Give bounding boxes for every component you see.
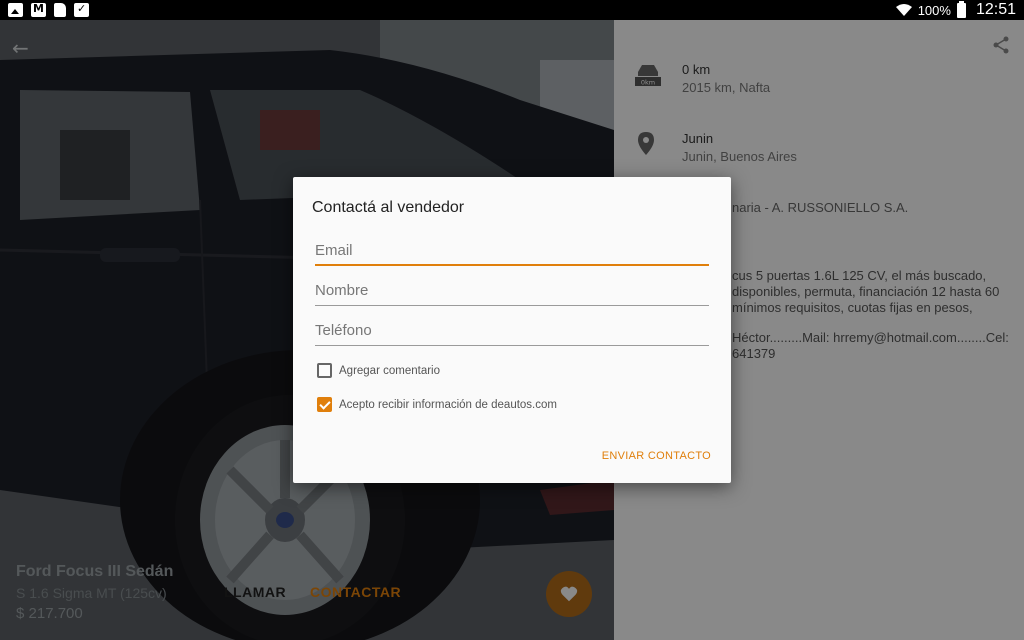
email-field[interactable]	[315, 236, 709, 266]
add-comment-checkbox[interactable]	[317, 363, 332, 378]
send-contact-button[interactable]: ENVIAR CONTACTO	[602, 450, 711, 462]
status-bar: 100% 12:51	[0, 0, 1024, 20]
accept-info-row[interactable]: Acepto recibir información de deautos.co…	[317, 397, 557, 412]
contact-dialog: Contactá al vendedor Agregar comentario …	[293, 177, 731, 483]
clock: 12:51	[975, 1, 1016, 18]
add-comment-row[interactable]: Agregar comentario	[317, 363, 440, 378]
name-field[interactable]	[315, 276, 709, 306]
add-comment-label: Agregar comentario	[339, 364, 440, 377]
battery-percent: 100%	[917, 2, 951, 18]
gmail-icon	[31, 2, 46, 17]
battery-icon	[956, 0, 966, 18]
accept-info-checkbox[interactable]	[317, 397, 332, 412]
sd-card-icon	[54, 3, 66, 17]
image-icon	[8, 3, 23, 17]
phone-field[interactable]	[315, 316, 709, 346]
clipboard-icon	[74, 2, 89, 17]
dialog-title: Contactá al vendedor	[312, 199, 465, 216]
wifi-icon	[895, 3, 912, 17]
accept-info-label: Acepto recibir información de deautos.co…	[339, 398, 557, 411]
